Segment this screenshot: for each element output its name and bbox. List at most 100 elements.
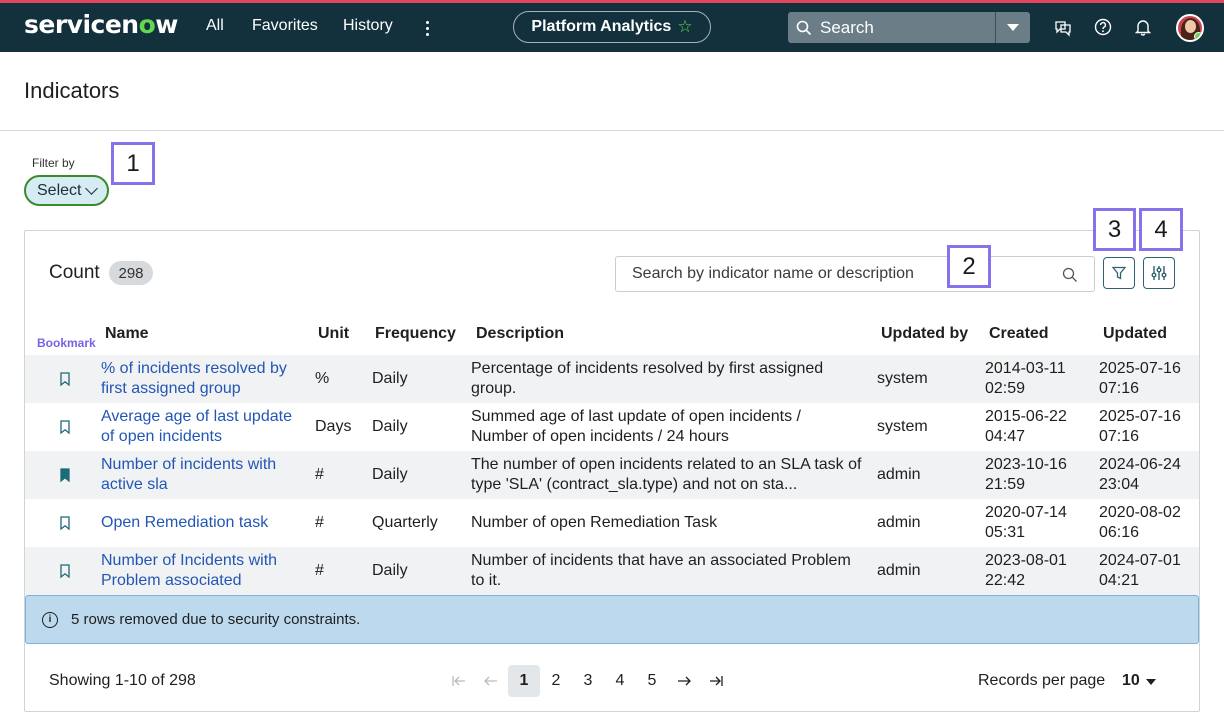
indicator-name-link[interactable]: Average age of last update of open incide… xyxy=(101,407,292,447)
indicator-name-link[interactable]: Number of incidents with active sla xyxy=(101,455,276,495)
unit-cell: # xyxy=(315,562,324,579)
updated-cell: 2020-08-02 06:16 xyxy=(1099,504,1181,541)
updated-by-cell: admin xyxy=(877,466,921,483)
page-button-4[interactable]: 4 xyxy=(604,665,636,697)
column-header-description[interactable]: Description xyxy=(476,325,564,343)
frequency-cell: Daily xyxy=(372,418,408,435)
indicator-name-link[interactable]: % of incidents resolved by first assigned… xyxy=(101,359,287,399)
bookmark-icon[interactable] xyxy=(60,420,70,434)
last-page-icon[interactable] xyxy=(700,665,732,697)
filter-select-dropdown[interactable]: Select xyxy=(24,175,109,206)
count-badge: 298 xyxy=(109,261,153,285)
table-row[interactable]: Average age of last update of open incide… xyxy=(25,403,1199,451)
created-cell: 2015-06-22 04:47 xyxy=(985,408,1067,445)
updated-by-cell: admin xyxy=(877,562,921,579)
security-notice-banner: i 5 rows removed due to security constra… xyxy=(25,595,1199,644)
nav-history[interactable]: History xyxy=(343,17,393,35)
table-row[interactable]: Number of incidents with active sla # Dai… xyxy=(25,451,1199,499)
global-search[interactable]: Search xyxy=(788,12,1030,43)
bookmark-icon[interactable] xyxy=(60,516,70,530)
bookmark-icon[interactable] xyxy=(60,564,70,578)
divider xyxy=(0,130,1224,131)
select-label: Select xyxy=(37,181,82,199)
top-navigation-bar: servicenow All Favorites History Platfor… xyxy=(0,0,1224,52)
description-cell: Number of open Remediation Task xyxy=(471,514,718,531)
column-header-updated[interactable]: Updated xyxy=(1103,325,1167,343)
chat-icon[interactable] xyxy=(1053,17,1073,37)
frequency-cell: Daily xyxy=(372,466,408,483)
count-label: Count xyxy=(49,262,100,283)
created-cell: 2014-03-11 02:59 xyxy=(985,360,1066,397)
table-row[interactable]: % of incidents resolved by first assigned… xyxy=(25,355,1199,403)
table-row[interactable]: Number of Incidents with Problem associat… xyxy=(25,547,1199,595)
page-title: Indicators xyxy=(24,78,120,103)
servicenow-logo[interactable]: servicenow xyxy=(24,10,178,39)
indicator-name-link[interactable]: Open Remediation task xyxy=(101,513,268,533)
updated-cell: 2025-07-16 07:16 xyxy=(1099,408,1181,445)
indicator-search[interactable] xyxy=(615,256,1095,292)
updated-cell: 2024-07-01 04:21 xyxy=(1099,552,1181,589)
description-cell: Number of incidents that have an associa… xyxy=(471,552,851,589)
created-cell: 2023-08-01 22:42 xyxy=(985,552,1067,589)
column-header-bookmark[interactable]: Bookmark xyxy=(37,336,96,350)
bell-icon[interactable] xyxy=(1133,17,1153,37)
updated-cell: 2024-06-24 23:04 xyxy=(1099,456,1181,493)
callout-badge: 3 xyxy=(1093,208,1136,251)
page-button-5[interactable]: 5 xyxy=(636,665,668,697)
description-cell: Summed age of last update of open incide… xyxy=(471,408,801,445)
records-per-page-label: Records per page xyxy=(978,672,1106,689)
indicator-name-link[interactable]: Number of Incidents with Problem associat… xyxy=(101,551,277,591)
global-search-placeholder: Search xyxy=(820,18,874,37)
caret-down-icon[interactable] xyxy=(1146,679,1156,685)
records-per-page-select[interactable]: 10 xyxy=(1122,672,1140,690)
table-row[interactable]: Open Remediation task # Quarterly Number… xyxy=(25,499,1199,547)
user-avatar[interactable] xyxy=(1176,14,1204,42)
nav-all[interactable]: All xyxy=(206,17,224,35)
star-icon[interactable]: ☆ xyxy=(677,17,692,37)
search-icon[interactable] xyxy=(1062,267,1078,283)
callout-badge: 1 xyxy=(111,142,155,185)
column-header-updated-by[interactable]: Updated by xyxy=(881,325,968,343)
filter-by-label: Filter by xyxy=(32,156,75,170)
unit-cell: % xyxy=(315,370,330,387)
updated-by-cell: admin xyxy=(877,514,921,531)
sliders-icon xyxy=(1151,266,1167,280)
page-button-3[interactable]: 3 xyxy=(572,665,604,697)
bookmark-icon[interactable] xyxy=(60,372,70,386)
notice-text: 5 rows removed due to security constrain… xyxy=(71,611,361,628)
showing-range-text: Showing 1-10 of 298 xyxy=(49,672,196,689)
chevron-down-icon xyxy=(85,182,99,195)
unit-cell: # xyxy=(315,514,324,531)
column-header-frequency[interactable]: Frequency xyxy=(375,325,456,343)
updated-cell: 2025-07-16 07:16 xyxy=(1099,360,1181,397)
app-pill-label: Platform Analytics xyxy=(531,18,672,35)
search-icon xyxy=(796,20,812,36)
nav-favorites[interactable]: Favorites xyxy=(252,17,318,35)
help-icon[interactable] xyxy=(1093,17,1113,37)
page-button-2[interactable]: 2 xyxy=(540,665,572,697)
column-header-unit[interactable]: Unit xyxy=(318,325,349,343)
unit-cell: Days xyxy=(315,418,352,435)
callout-badge: 4 xyxy=(1139,208,1183,251)
column-header-name[interactable]: Name xyxy=(105,325,149,343)
search-scope-dropdown[interactable] xyxy=(996,12,1030,43)
next-page-icon[interactable] xyxy=(668,665,700,697)
created-cell: 2020-07-14 05:31 xyxy=(985,504,1067,541)
previous-page-icon[interactable] xyxy=(475,665,507,697)
online-status-dot xyxy=(1194,32,1202,40)
frequency-cell: Quarterly xyxy=(372,514,438,531)
platform-analytics-pill[interactable]: Platform Analytics ☆ xyxy=(513,11,711,43)
column-header-created[interactable]: Created xyxy=(989,325,1049,343)
description-cell: The number of open incidents related to … xyxy=(471,456,862,493)
filter-button[interactable] xyxy=(1103,257,1135,289)
page-button-1[interactable]: 1 xyxy=(508,665,540,697)
bookmark-filled-icon[interactable] xyxy=(60,468,70,482)
created-cell: 2023-10-16 21:59 xyxy=(985,456,1067,493)
description-cell: Percentage of incidents resolved by firs… xyxy=(471,360,824,397)
more-menu-icon[interactable] xyxy=(420,14,434,40)
first-page-icon[interactable] xyxy=(443,665,475,697)
updated-by-cell: system xyxy=(877,418,928,435)
callout-badge: 2 xyxy=(947,245,991,288)
unit-cell: # xyxy=(315,466,324,483)
column-settings-button[interactable] xyxy=(1143,257,1175,289)
